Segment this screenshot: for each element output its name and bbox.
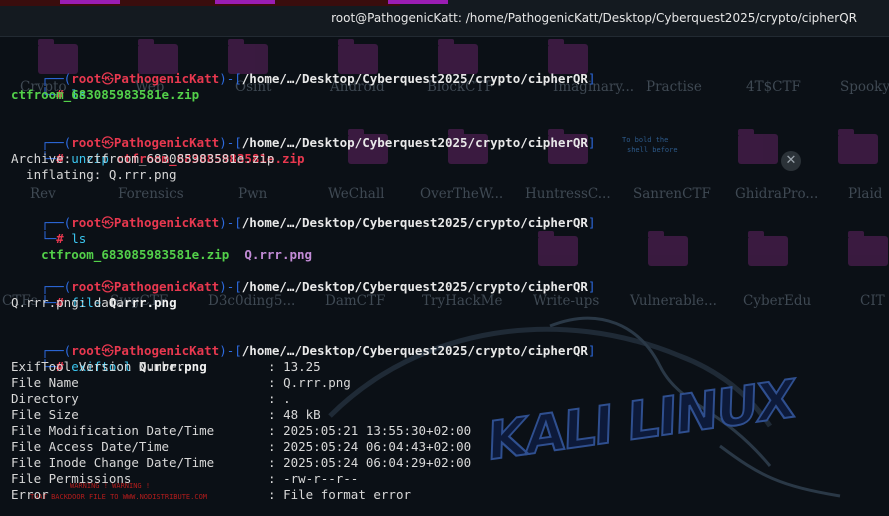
command-line[interactable]: └─# exiftool Q.rrr.png: [11, 343, 207, 374]
exif-key: File Name: [11, 375, 79, 390]
folder-icon[interactable]: [848, 231, 888, 266]
window-title: root@PathogenicKatt: /home/PathogenicKat…: [331, 11, 857, 25]
output-line: ctfroom_683085983581e.zip Q.rrr.png: [11, 231, 312, 262]
exif-key: File Inode Change Date/Time: [11, 455, 215, 470]
exif-key: File Modification Date/Time: [11, 423, 215, 438]
folder-icon[interactable]: [838, 129, 878, 164]
desktop-label[interactable]: CIT: [860, 293, 885, 309]
command-line[interactable]: └─# unzip ctfroom_683085983581e.zip: [11, 135, 304, 166]
folder-icon[interactable]: [748, 231, 788, 266]
output-file: ctfroom_683085983581e.zip: [11, 87, 200, 102]
folder-icon[interactable]: [538, 231, 578, 266]
command-line[interactable]: └─# ls: [11, 215, 86, 246]
exif-row: File Size: 48 kB: [11, 407, 321, 422]
skull-icon: ㉿: [101, 215, 114, 230]
exif-row: Error: File format error: [11, 487, 411, 502]
desktop-label[interactable]: 4T$CTF: [746, 79, 801, 95]
prompt-host: PathogenicKatt: [113, 71, 220, 86]
exif-key: File Access Date/Time: [11, 439, 170, 454]
exif-row: Directory: .: [11, 391, 291, 406]
close-icon[interactable]: ✕: [781, 151, 801, 171]
exif-key: File Permissions: [11, 471, 132, 486]
exif-row: File Modification Date/Time: 2025:05:21 …: [11, 423, 472, 438]
desktop-label[interactable]: Spooky: [840, 79, 889, 95]
exif-value: .: [283, 391, 291, 406]
exif-row: File Access Date/Time: 2025:05:24 06:04:…: [11, 439, 472, 454]
exif-value: 2025:05:21 13:55:30+02:00: [283, 423, 472, 438]
exif-value: 13.25: [283, 359, 321, 374]
output-file: Q.rrr.png: [244, 247, 313, 262]
exif-key: Directory: [11, 391, 79, 406]
desktop-hint: To bold the: [622, 136, 669, 144]
titlebar-accent: [388, 0, 448, 4]
prompt-path: /home/…/Desktop/Cyberquest2025/crypto/ci…: [241, 71, 588, 86]
folder-icon[interactable]: [648, 231, 688, 266]
exif-key: ExifTool Version Number: [11, 359, 185, 374]
desktop-label[interactable]: GhidraPro...: [735, 186, 818, 202]
prompt-line: ┌──(root㉿PathogenicKatt)-[/home/…/Deskto…: [41, 215, 596, 230]
exif-row: File Name: Q.rrr.png: [11, 375, 351, 390]
exif-value: Q.rrr.png: [283, 375, 351, 390]
desktop-label[interactable]: D3c0ding5...: [208, 293, 295, 309]
exif-value: File format error: [283, 487, 411, 502]
exif-key: File Size: [11, 407, 79, 422]
exif-row: File Inode Change Date/Time: 2025:05:24 …: [11, 455, 472, 470]
skull-icon: ㉿: [101, 71, 114, 86]
window-titlebar[interactable]: root@PathogenicKatt: /home/PathogenicKat…: [0, 0, 889, 37]
desktop-label[interactable]: SanrenCTF: [633, 186, 711, 202]
output-file: ctfroom_683085983581e.zip: [41, 247, 230, 262]
exif-value: 48 kB: [283, 407, 321, 422]
folder-icon[interactable]: [738, 129, 778, 164]
prompt-line: ┌──(root㉿PathogenicKatt)-[/home/…/Deskto…: [41, 135, 596, 150]
prompt-line: ┌──(root㉿PathogenicKatt)-[/home/…/Deskto…: [41, 71, 596, 86]
command-line[interactable]: └─# ls: [11, 71, 86, 102]
exif-value: 2025:05:24 06:04:43+02:00: [283, 439, 472, 454]
titlebar-accent: [60, 0, 120, 4]
prompt-line: ┌──(root㉿PathogenicKatt)-[/home/…/Deskto…: [41, 343, 596, 358]
output-line: inflating: Q.rrr.png: [11, 167, 177, 182]
exif-row: File Permissions: -rw-r--r--: [11, 471, 359, 486]
desktop-label[interactable]: Plaid: [848, 186, 882, 202]
output-line: Archive: ctfroom_683085983581e.zip: [11, 151, 275, 166]
prompt-line: ┌──(root㉿PathogenicKatt)-[/home/…/Deskto…: [41, 279, 596, 294]
desktop-hint: shell before: [627, 146, 678, 154]
exif-value: 2025:05:24 06:04:29+02:00: [283, 455, 472, 470]
desktop-label[interactable]: Practise: [646, 79, 702, 95]
command-line[interactable]: └─# file Q.rrr.png: [11, 279, 177, 310]
exif-row: ExifTool Version Number: 13.25: [11, 359, 321, 374]
exif-key: Error: [11, 487, 49, 502]
titlebar-accent: [215, 0, 275, 4]
output-line: Q.rrr.png: data: [11, 295, 124, 310]
exif-value: -rw-r--r--: [283, 471, 359, 486]
